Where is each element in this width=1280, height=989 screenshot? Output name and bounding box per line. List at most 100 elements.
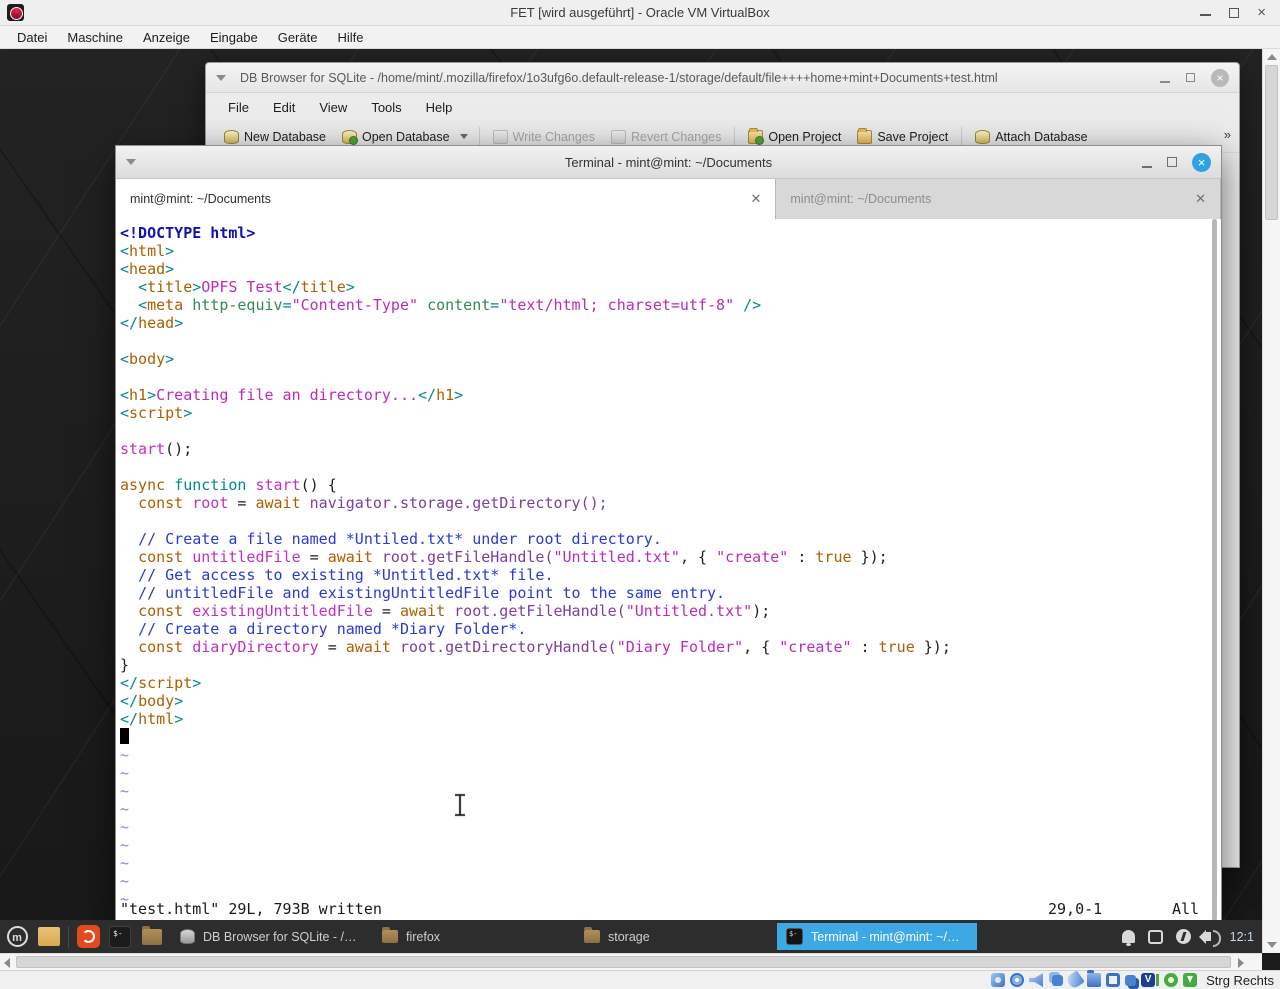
toolbar-overflow-button[interactable]: »	[1224, 127, 1231, 142]
vbox-hscroll-thumb[interactable]	[16, 956, 1231, 968]
scroll-down-icon[interactable]	[1267, 942, 1277, 948]
virtualization-status-icon[interactable]: V	[1141, 973, 1160, 987]
vim-scroll-indicator: All	[1172, 900, 1200, 918]
code-line: </script>	[120, 674, 202, 692]
db-menu-tools[interactable]: Tools	[361, 97, 411, 118]
code-line: <meta http-equiv="Content-Type" content=…	[138, 296, 762, 314]
mint-menu-button[interactable]: m	[4, 924, 30, 950]
terminal-launcher[interactable]: $-	[107, 924, 133, 950]
attach-database-icon	[975, 129, 991, 144]
display-settings-icon[interactable]	[1147, 929, 1163, 944]
shared-folders-status-icon[interactable]	[1087, 970, 1102, 987]
terminal-titlebar[interactable]: Terminal - mint@mint: ~/Documents ×	[116, 146, 1221, 179]
code-line: <html>	[120, 242, 175, 260]
menu-ger-te[interactable]: Geräte	[269, 28, 327, 47]
terminal-tab-2[interactable]: mint@mint: ~/Documents ✕	[776, 179, 1221, 219]
db-browser-titlebar[interactable]: DB Browser for SQLite - /home/mint/.mozi…	[206, 63, 1239, 93]
db-menu-view[interactable]: View	[309, 97, 357, 118]
db-menu-file[interactable]: File	[218, 97, 259, 118]
hdd-status-icon[interactable]	[991, 973, 1006, 987]
code-line: <title>OPFS Test</title>	[138, 278, 355, 296]
code-line: async function start() {	[120, 476, 337, 494]
taskbar-separator	[68, 925, 69, 948]
keyboard-status-icon[interactable]	[1183, 973, 1198, 987]
vbox-vscroll-thumb[interactable]	[1265, 65, 1278, 220]
browser-launcher[interactable]	[75, 924, 101, 950]
menu-hilfe[interactable]: Hilfe	[328, 28, 372, 47]
volume-icon[interactable]	[1198, 930, 1221, 947]
db-menu-edit[interactable]: Edit	[263, 97, 305, 118]
guest-desktop[interactable]: DB Browser for SQLite - /home/mint/.mozi…	[0, 49, 1262, 953]
vim-cursor-position: 29,0-1	[1048, 900, 1103, 918]
audio-status-icon[interactable]	[1029, 973, 1044, 987]
tab-close-icon[interactable]: ✕	[750, 191, 761, 207]
terminal-tab-1[interactable]: mint@mint: ~/Documents ✕	[116, 179, 777, 219]
taskbar-button-storage[interactable]: storage	[575, 923, 775, 950]
db-browser-title: DB Browser for SQLite - /home/mint/.mozi…	[240, 70, 998, 85]
vbox-horizontal-scrollbar[interactable]	[0, 953, 1262, 970]
code-line: <h1>Creating file an directory...</h1>	[120, 386, 464, 404]
db-maximize-button[interactable]	[1186, 73, 1195, 82]
mouse-integration-status-icon[interactable]	[1164, 973, 1179, 987]
menu-datei[interactable]: Datei	[8, 28, 56, 47]
vbox-vertical-scrollbar[interactable]	[1262, 49, 1280, 953]
usb-status-icon[interactable]	[1065, 970, 1085, 989]
code-line: }	[120, 656, 130, 674]
toolbar-label: Save Project	[877, 129, 949, 144]
mint-logo-icon: m	[6, 926, 28, 947]
terminal-tabbar: mint@mint: ~/Documents ✕ mint@mint: ~/Docu…	[116, 179, 1221, 219]
toolbar-label: Open Project	[768, 129, 842, 144]
scroll-left-icon[interactable]	[4, 958, 10, 968]
taskbar-button-firefox[interactable]: firefox	[373, 923, 573, 950]
scroll-up-icon[interactable]	[1267, 54, 1277, 60]
tab-close-icon[interactable]: ✕	[1195, 191, 1206, 207]
recording-status-icon[interactable]	[1125, 974, 1137, 986]
taskbar: m $- DB Browser for SQLite - /h… firefox s…	[0, 920, 1262, 953]
vm-close-button[interactable]: ×	[1257, 2, 1266, 24]
vim-status-message: "test.html" 29L, 793B written	[120, 900, 382, 918]
display-status-icon[interactable]	[1106, 973, 1121, 987]
menu-maschine[interactable]: Maschine	[58, 28, 132, 47]
taskbar-button-label: storage	[608, 929, 650, 944]
terminal-minimize-button[interactable]	[1142, 166, 1152, 168]
vim-tilde: ~	[120, 836, 130, 854]
notifications-icon[interactable]	[1121, 930, 1135, 946]
scroll-right-icon[interactable]	[1238, 958, 1244, 968]
vm-maximize-button[interactable]	[1229, 7, 1240, 18]
clock[interactable]: 12:1	[1230, 930, 1254, 944]
code-line: // Create a directory named *Diary Folde…	[138, 620, 527, 638]
folder-launcher[interactable]	[139, 924, 165, 950]
taskbar-button-label: DB Browser for SQLite - /h…	[203, 929, 362, 944]
terminal-window: Terminal - mint@mint: ~/Documents × mint…	[115, 145, 1222, 921]
toolbar-label: Open Database	[362, 129, 450, 144]
vm-minimize-button[interactable]	[1200, 13, 1212, 16]
taskbar-button-db-browser-f[interactable]: DB Browser for SQLite - /h…	[171, 923, 371, 950]
power-manager-icon[interactable]	[1175, 929, 1191, 944]
terminal-scrollbar[interactable]	[1212, 219, 1217, 921]
optical-status-icon[interactable]	[1010, 973, 1025, 987]
folder-icon	[382, 927, 398, 943]
terminal-screen[interactable]: <!DOCTYPE html> <html> <head> <title>OPFS …	[116, 219, 1221, 921]
vm-window-title: FET [wird ausgeführt] - Oracle VM Virtua…	[510, 5, 770, 20]
chevron-down-icon[interactable]	[216, 74, 226, 81]
vim-tilde: ~	[120, 746, 130, 764]
network-status-icon[interactable]	[1052, 974, 1064, 986]
code-line: // Get access to existing *Untitled.txt*…	[138, 566, 554, 584]
db-minimize-button[interactable]	[1160, 81, 1170, 83]
toolbar-separator	[478, 126, 480, 147]
taskbar-button-label: firefox	[406, 929, 441, 944]
files-launcher[interactable]	[36, 924, 62, 950]
code-line	[120, 728, 1207, 746]
menu-anzeige[interactable]: Anzeige	[134, 28, 199, 47]
menu-eingabe[interactable]: Eingabe	[201, 28, 267, 47]
taskbar-button-terminal-m[interactable]: $- Terminal - mint@mint: ~/D…	[777, 923, 977, 950]
toolbar-label: Attach Database	[995, 129, 1088, 144]
terminal-close-button[interactable]: ×	[1192, 152, 1211, 172]
db-close-button[interactable]: ×	[1211, 68, 1229, 87]
vim-buffer: <!DOCTYPE html> <html> <head> <title>OPFS …	[120, 224, 1207, 908]
vim-tilde: ~	[120, 872, 130, 890]
code-line: <body>	[120, 350, 175, 368]
db-menu-help[interactable]: Help	[416, 97, 463, 118]
dropdown-chevron-icon[interactable]	[459, 134, 468, 139]
terminal-maximize-button[interactable]	[1167, 157, 1177, 167]
